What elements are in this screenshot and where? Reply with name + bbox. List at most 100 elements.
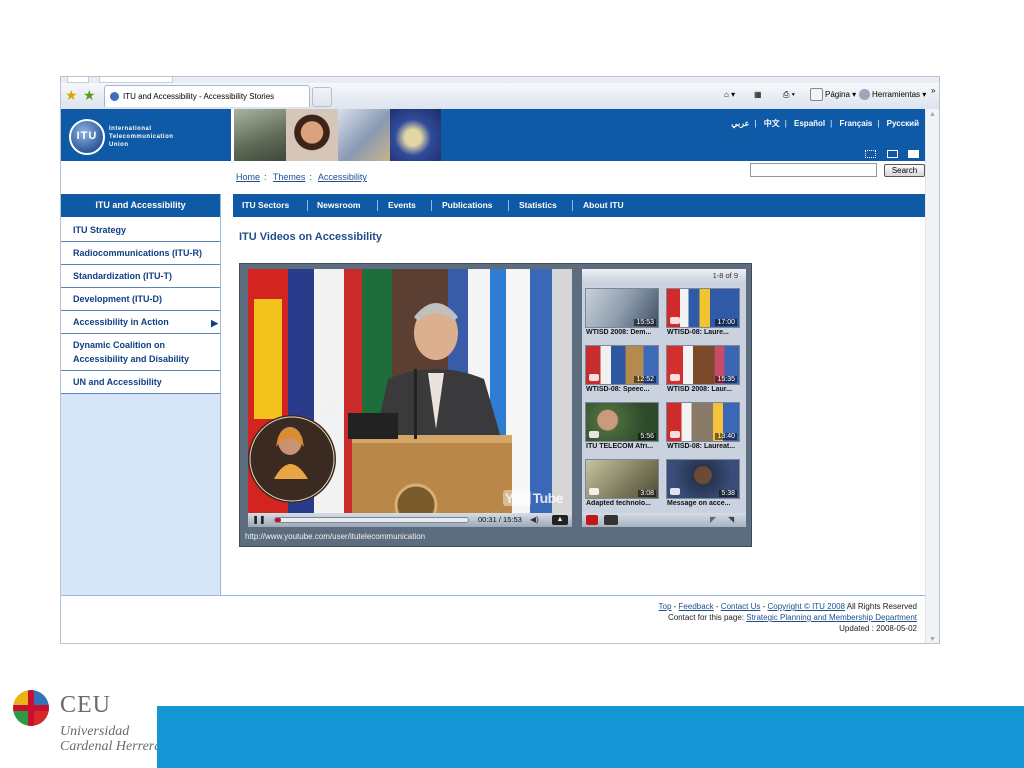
header-blue-band: عربي | 中文 | Español | Français | Русский [441,109,927,161]
top-nav-newsroom[interactable]: Newsroom [317,194,360,217]
video-thumbnail[interactable]: 3:08 [585,459,659,499]
breadcrumb-themes[interactable]: Themes [273,172,306,182]
tools-menu-label: Herramientas [872,90,921,99]
page-menu[interactable]: Página ▾ [810,88,856,102]
footer-contact-label: Contact for this page: [667,613,744,622]
page-footer: Top - Feedback - Contact Us - Copyright … [658,602,917,633]
lang-link-arabic[interactable]: عربي [731,119,749,128]
search-button[interactable]: Search [884,164,925,177]
video-thumbnail[interactable]: 13:40 [666,402,740,442]
next-page-icon[interactable]: ◥ [728,515,742,525]
video-caption[interactable]: Message on acce... [667,500,743,507]
left-nav-item-accessibility-in-action[interactable]: Accessibility in Action ▶ [61,311,220,334]
home-button[interactable]: ⌂ ▾ [724,88,735,102]
footer-updated: Updated : 2008-05-02 [839,624,917,633]
video-duration: 5:56 [638,433,656,440]
add-favorites-icon[interactable]: ★ [83,88,96,102]
email-icon[interactable] [886,150,898,158]
new-tab-button[interactable] [312,87,332,107]
print-page-icon[interactable] [908,150,919,158]
video-duration: 13:40 [715,433,737,440]
web-page-content: ITU International Telecommunication Unio… [61,109,927,643]
expand-button[interactable]: ▲ [552,515,568,525]
play-icon [589,431,599,438]
top-nav-itu-sectors[interactable]: ITU Sectors [242,194,289,217]
itu-logo-text: ITU [76,130,98,142]
top-nav-events[interactable]: Events [388,194,416,217]
favorites-star-icon[interactable]: ★ [65,88,78,102]
header-photo-strip [234,109,441,161]
top-nav-about-itu[interactable]: About ITU [583,194,624,217]
org-name-line: Union [109,142,129,148]
playlist-info-icon[interactable] [604,515,618,525]
left-nav-item-itu-r[interactable]: Radiocommunications (ITU-R) [61,242,220,265]
footer-link-contact-us[interactable]: Contact Us [721,602,761,611]
language-links: عربي | 中文 | Español | Français | Русский [731,119,919,128]
vertical-scrollbar[interactable]: ▲ ▼ [925,109,939,643]
tools-menu[interactable]: Herramientas ▾ [859,88,926,102]
footer-link-copyright[interactable]: Copyright © ITU 2008 [767,602,844,611]
left-nav-item-itu-strategy[interactable]: ITU Strategy [61,219,220,242]
itu-header: ITU International Telecommunication Unio… [61,109,927,161]
more-commands-chevron-icon[interactable]: » [931,84,935,98]
previous-page-icon[interactable]: ◤ [710,515,724,525]
video-duration: 15:35 [715,376,737,383]
video-thumbnail[interactable]: 5:56 [585,402,659,442]
lang-link-russian[interactable]: Русский [887,119,919,128]
youtube-logo-tube: Tube [532,490,564,506]
footer-contact-link[interactable]: Strategic Planning and Membership Depart… [746,613,917,622]
play-icon [670,431,680,438]
page-icon [810,88,823,102]
left-nav-item-un-accessibility[interactable]: UN and Accessibility [61,371,220,394]
home-icon: ⌂ [724,90,729,99]
playlist-view-icon[interactable] [586,515,598,525]
lang-link-french[interactable]: Français [839,119,872,128]
breadcrumb-home[interactable]: Home [236,172,260,182]
feeds-button[interactable]: ▦ [754,88,762,102]
lang-link-chinese[interactable]: 中文 [764,119,780,128]
left-nav-item-itu-d[interactable]: Development (ITU-D) [61,288,220,311]
itu-logo[interactable]: ITU International Telecommunication Unio… [61,109,231,161]
print-button[interactable]: ⎙ ▾ [783,88,795,102]
left-nav-heading[interactable]: ITU and Accessibility [61,194,220,219]
top-nav-statistics[interactable]: Statistics [519,194,557,217]
footer-link-feedback[interactable]: Feedback [679,602,714,611]
video-frame-image [248,269,572,513]
breadcrumb-accessibility[interactable]: Accessibility [318,172,367,182]
scroll-down-icon[interactable]: ▼ [929,636,936,643]
video-thumbnail[interactable]: 15:35 [666,345,740,385]
video-caption[interactable]: WTISD 2008: Laur... [667,386,743,393]
video-caption[interactable]: ITU TELECOM Afri... [586,443,662,450]
pause-button[interactable]: ❚❚ [251,515,267,525]
video-time: 00:31 / 15:53 [478,515,522,524]
video-caption[interactable]: Adapted technolo... [586,500,662,507]
video-caption[interactable]: WTISD-08: Laure... [667,329,743,336]
video-caption[interactable]: WTISD 2008: Dem... [586,329,662,336]
video-thumbnail[interactable]: 12:52 [585,345,659,385]
video-thumbnail[interactable]: 17:00 [666,288,740,328]
slide-footer-bar [157,706,1024,768]
seek-bar[interactable] [274,517,469,523]
lang-link-spanish[interactable]: Español [794,119,825,128]
video-caption[interactable]: WTISD-08: Speec... [586,386,662,393]
left-navigation: ITU and Accessibility ITU Strategy Radio… [61,194,221,596]
top-nav-publications[interactable]: Publications [442,194,493,217]
video-screen[interactable]: You Tube [248,269,572,513]
sitemap-icon[interactable] [865,150,877,158]
left-nav-item-dynamic-coalition[interactable]: Dynamic Coalition on Accessibility and D… [61,334,220,371]
chevron-right-icon: ▶ [211,318,218,328]
scroll-up-icon[interactable]: ▲ [929,111,936,118]
browser-tab[interactable]: ITU and Accessibility - Accessibility St… [104,85,310,107]
youtube-logo: You Tube [502,490,565,506]
video-caption[interactable]: WTISD-08: Laureat... [667,443,743,450]
left-nav-item-itu-t[interactable]: Standardization (ITU-T) [61,265,220,288]
footer-link-top-text[interactable]: Top [659,602,672,611]
volume-icon[interactable]: ◀) [530,515,539,524]
nav-item-label: Radiocommunications (ITU-R) [73,248,203,258]
search-input[interactable] [750,163,877,177]
channel-url[interactable]: http://www.youtube.com/user/itutelecommu… [245,532,425,541]
video-thumbnail[interactable]: 15:53 [585,288,659,328]
seek-bar-progress [275,518,281,522]
video-thumbnail[interactable]: 5:38 [666,459,740,499]
video-duration: 15:53 [634,319,656,326]
